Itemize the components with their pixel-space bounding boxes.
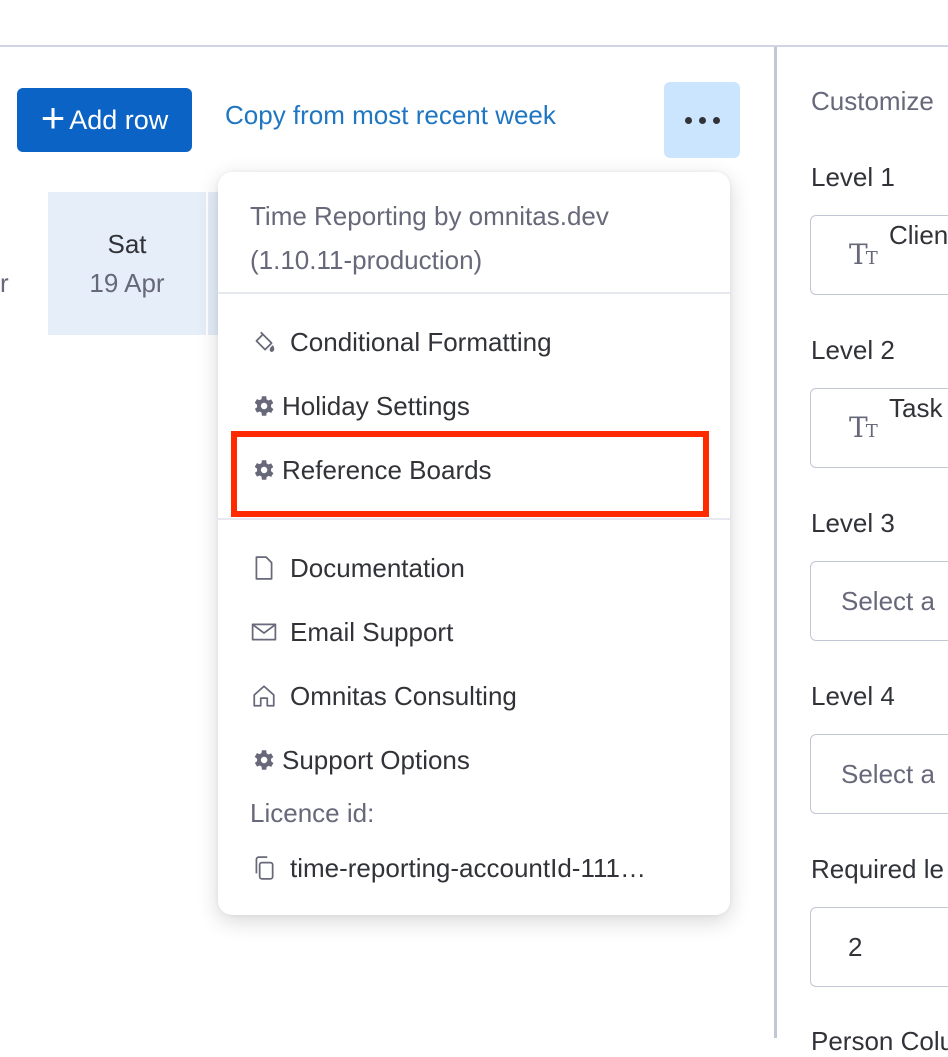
menu-item-label: Reference Boards	[282, 454, 492, 485]
day-name: Sat	[107, 229, 147, 259]
licence-label: Licence id:	[250, 798, 375, 828]
day-date: 19 Apr	[89, 268, 165, 298]
person-column-label: Person Colu	[811, 1026, 948, 1056]
more-options-button[interactable]	[664, 82, 740, 158]
menu-item-email-support[interactable]: Email Support	[238, 605, 710, 659]
day-header-sat: Sat 19 Apr	[48, 192, 206, 335]
text-type-icon: TT	[849, 411, 878, 444]
menu-divider	[218, 292, 730, 294]
level-3-label: Level 3	[811, 508, 895, 538]
menu-item-support-options[interactable]: Support Options	[238, 733, 710, 787]
menu-item-label: Support Options	[282, 744, 470, 775]
top-bar	[0, 0, 948, 47]
level-4-placeholder: Select a	[841, 759, 935, 789]
text-type-icon: TT	[849, 238, 878, 271]
copy-icon	[238, 855, 290, 881]
required-levels-label: Required le	[811, 854, 944, 884]
add-row-button[interactable]: + Add row	[17, 88, 192, 152]
menu-item-holiday-settings[interactable]: Holiday Settings	[238, 379, 710, 433]
app-name: Time Reporting by omnitas.dev	[250, 201, 609, 231]
menu-divider	[218, 518, 730, 520]
level-4-select[interactable]: Select a	[810, 734, 948, 814]
required-levels-input[interactable]: 2	[810, 907, 948, 987]
home-icon	[238, 683, 290, 709]
more-dot	[698, 116, 706, 124]
menu-item-label: Holiday Settings	[282, 390, 470, 421]
level-2-value: Task	[889, 393, 943, 423]
level-2-select[interactable]: TT Task	[810, 388, 948, 468]
menu-item-conditional-formatting[interactable]: Conditional Formatting	[238, 315, 710, 369]
menu-item-label: Omnitas Consulting	[290, 680, 517, 711]
panel-divider[interactable]	[774, 47, 777, 1038]
add-row-label: Add row	[69, 104, 169, 135]
level-3-placeholder: Select a	[841, 586, 935, 616]
menu-item-reference-boards[interactable]: Reference Boards	[238, 443, 710, 497]
licence-id-value: time-reporting-accountId-111…	[290, 852, 646, 883]
menu-item-label: Email Support	[290, 616, 454, 647]
settings-title: Customize	[811, 86, 934, 116]
document-icon	[238, 555, 290, 581]
required-levels-value: 2	[848, 932, 863, 962]
app-version: (1.10.11-production)	[250, 245, 483, 275]
level-2-label: Level 2	[811, 335, 895, 365]
menu-item-label: Conditional Formatting	[290, 326, 552, 357]
menu-header: Time Reporting by omnitas.dev (1.10.11-p…	[250, 194, 609, 282]
licence-copy-button[interactable]: time-reporting-accountId-111…	[238, 841, 710, 895]
level-1-select[interactable]: TT Clien	[810, 215, 948, 295]
level-1-label: Level 1	[811, 162, 895, 192]
more-dots-icon	[684, 116, 692, 124]
more-options-menu: Time Reporting by omnitas.dev (1.10.11-p…	[218, 172, 730, 915]
envelope-icon	[238, 621, 290, 643]
day-header-partial: r	[0, 268, 9, 298]
more-dot	[712, 116, 720, 124]
level-1-value: Clien	[889, 220, 948, 250]
menu-item-omnitas-consulting[interactable]: Omnitas Consulting	[238, 669, 710, 723]
paint-bucket-icon	[238, 329, 290, 355]
menu-item-documentation[interactable]: Documentation	[238, 541, 710, 595]
menu-item-label: Documentation	[290, 552, 465, 583]
level-3-select[interactable]: Select a	[810, 561, 948, 641]
copy-recent-week-link[interactable]: Copy from most recent week	[225, 100, 556, 131]
plus-icon: +	[40, 94, 66, 141]
level-4-label: Level 4	[811, 681, 895, 711]
